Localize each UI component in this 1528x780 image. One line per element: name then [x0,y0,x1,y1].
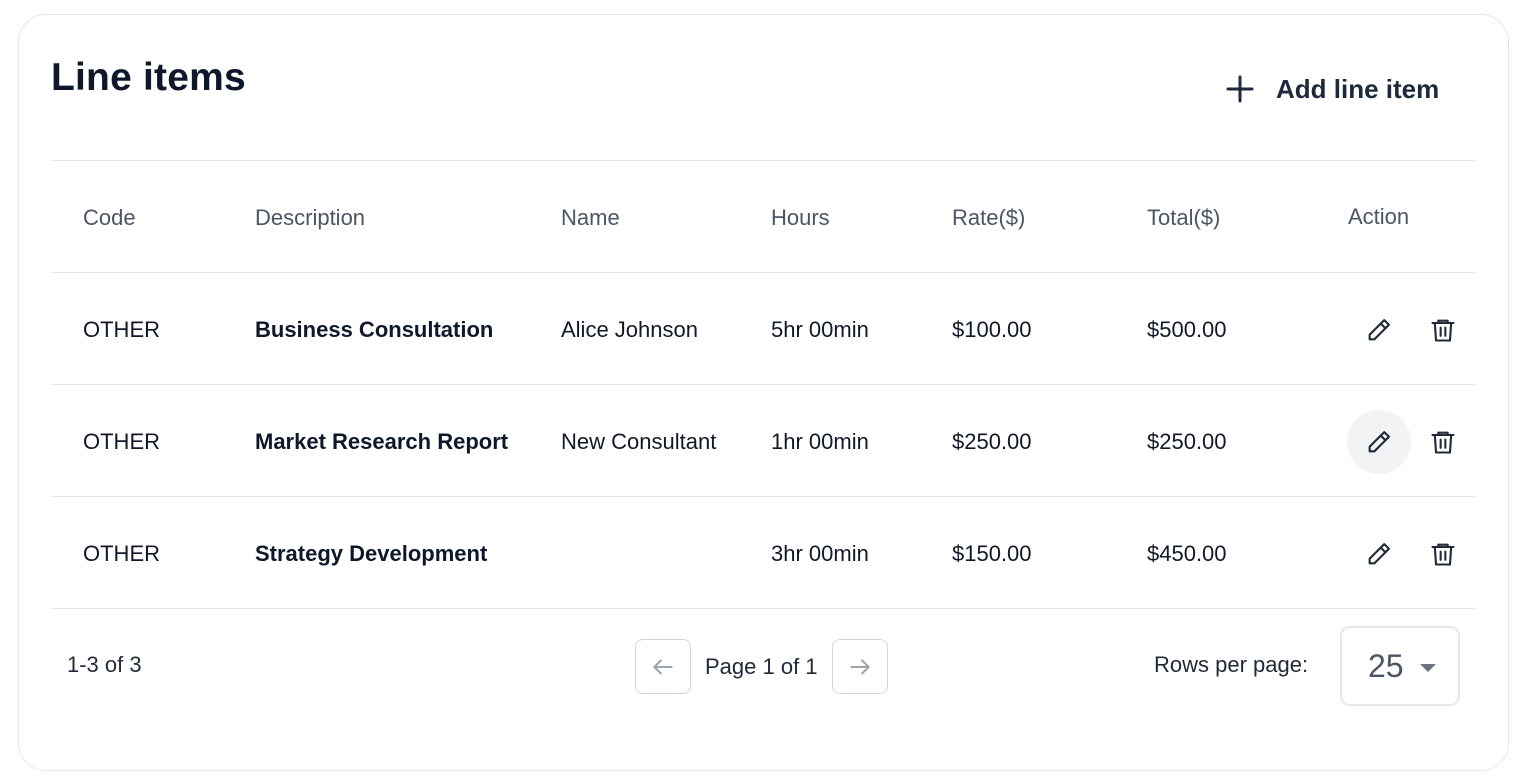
column-header-action: Action [1348,204,1410,229]
page-indicator: Page 1 of 1 [705,653,818,679]
cell-total: $250.00 [1147,429,1227,454]
cell-hours: 3hr 00min [771,541,869,566]
rows-per-page-select[interactable]: 25 [1340,626,1460,706]
column-header-hours[interactable]: Hours [771,162,830,274]
arrow-right-icon [849,659,870,674]
cell-total: $450.00 [1147,541,1227,566]
pagination-controls: Page 1 of 1 [635,639,888,694]
table-header: Code Description Name Hours Rate($) Tota… [51,162,1475,274]
trash-icon [1431,543,1455,566]
cell-name: Alice Johnson [561,317,698,342]
divider [51,272,1475,273]
add-line-item-label: Add line item [1276,73,1440,104]
pencil-icon [1368,319,1390,341]
row-actions [1347,498,1475,610]
row-actions [1347,386,1475,498]
cell-description: Market Research Report [255,429,509,454]
divider [51,384,1475,385]
divider [51,160,1475,161]
trash-icon [1431,319,1455,342]
column-header-rate[interactable]: Rate($) [952,162,1025,274]
previous-page-button[interactable] [635,639,691,694]
cell-code: OTHER [83,429,160,454]
edit-button[interactable] [1347,410,1411,474]
cell-code: OTHER [83,541,160,566]
trash-icon [1431,431,1455,454]
pencil-icon [1368,543,1390,565]
add-line-item-button[interactable]: Add line item [1224,66,1439,112]
column-header-name[interactable]: Name [561,162,620,274]
cell-name: New Consultant [561,429,717,454]
plus-icon [1226,75,1254,103]
column-header-total[interactable]: Total($) [1147,162,1220,274]
cell-rate: $100.00 [952,317,1032,342]
table-row: OTHER Market Research Report New Consult… [51,386,1475,498]
pencil-icon [1368,431,1390,453]
cell-rate: $150.00 [952,541,1032,566]
arrow-left-icon [653,659,673,674]
cell-rate: $250.00 [952,429,1032,454]
column-header-code[interactable]: Code [83,162,136,274]
cell-description: Business Consultation [255,317,494,342]
cell-hours: 1hr 00min [771,429,869,454]
table-row: OTHER Business Consultation Alice Johnso… [51,274,1475,386]
rows-per-page-label: Rows per page: [1154,652,1309,677]
divider [51,608,1475,609]
row-actions [1347,274,1475,386]
cell-total: $500.00 [1147,317,1227,342]
rows-per-page-value: 25 [1368,647,1404,684]
caret-down-icon [1420,664,1436,672]
divider [51,496,1475,497]
delete-button[interactable] [1411,410,1475,474]
edit-button[interactable] [1347,522,1411,586]
column-header-description[interactable]: Description [255,162,365,274]
table-row: OTHER Strategy Development 3hr 00min $15… [51,498,1475,610]
delete-button[interactable] [1411,522,1475,586]
cell-description: Strategy Development [255,541,488,566]
page-title: Line items [51,56,246,99]
delete-button[interactable] [1411,298,1475,362]
next-page-button[interactable] [831,639,888,694]
edit-button[interactable] [1347,298,1411,362]
pagination-range: 1-3 of 3 [67,652,142,677]
cell-hours: 5hr 00min [771,317,869,342]
cell-code: OTHER [83,317,160,342]
